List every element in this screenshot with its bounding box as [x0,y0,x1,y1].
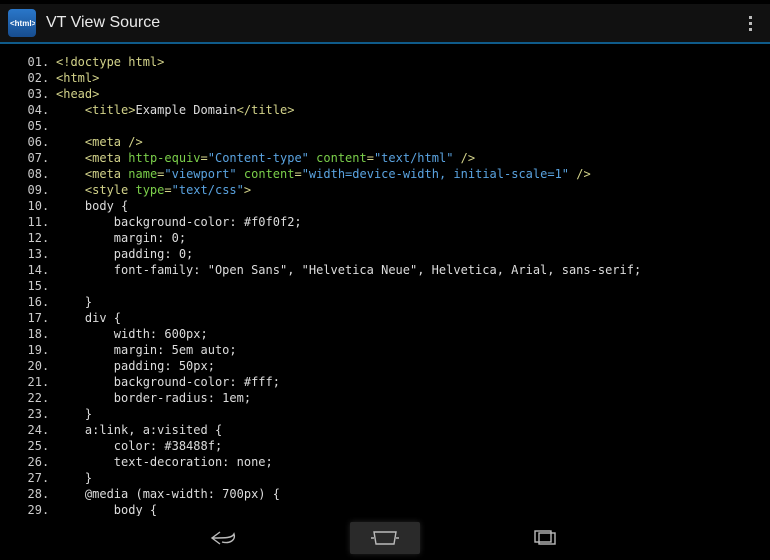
code-content: @media (max-width: 700px) { [50,486,280,502]
code-content: padding: 0; [50,246,193,262]
code-line: 24. a:link, a:visited { [12,422,758,438]
line-number: 20 [12,358,42,374]
code-content: } [50,294,92,310]
line-number: 29 [12,502,42,516]
code-content: background-color: #fff; [50,374,280,390]
code-line: 10. body { [12,198,758,214]
code-line: 08. <meta name="viewport" content="width… [12,166,758,182]
code-content: <title>Example Domain</title> [50,102,294,118]
code-content: width: 600px; [50,326,208,342]
home-button[interactable] [350,522,420,554]
line-number: 16 [12,294,42,310]
app-title: VT View Source [46,14,160,32]
code-line: 16. } [12,294,758,310]
code-content: <!doctype html> [50,54,164,70]
code-content: margin: 5em auto; [50,342,237,358]
navigation-bar [0,516,770,560]
code-line: 05. [12,118,758,134]
line-number: 18 [12,326,42,342]
code-content: div { [50,310,121,326]
code-content: a:link, a:visited { [50,422,222,438]
app-bar: <html> VT View Source [0,4,770,44]
code-line: 22. border-radius: 1em; [12,390,758,406]
line-number: 06 [12,134,42,150]
overflow-menu-icon[interactable] [738,9,762,37]
line-number: 22 [12,390,42,406]
code-line: 15. [12,278,758,294]
code-line: 19. margin: 5em auto; [12,342,758,358]
line-number: 12 [12,230,42,246]
code-line: 18. width: 600px; [12,326,758,342]
line-number: 11 [12,214,42,230]
code-line: 23. } [12,406,758,422]
recents-button[interactable] [510,522,580,554]
code-content: font-family: "Open Sans", "Helvetica Neu… [50,262,641,278]
code-line: 25. color: #38488f; [12,438,758,454]
code-line: 11. background-color: #f0f0f2; [12,214,758,230]
line-number: 08 [12,166,42,182]
code-line: 06. <meta /> [12,134,758,150]
code-line: 27. } [12,470,758,486]
code-content: } [50,406,92,422]
code-line: 03.<head> [12,86,758,102]
line-number: 14 [12,262,42,278]
code-content: <style type="text/css"> [50,182,251,198]
code-content: margin: 0; [50,230,186,246]
code-line: 12. margin: 0; [12,230,758,246]
code-content: background-color: #f0f0f2; [50,214,302,230]
line-number: 26 [12,454,42,470]
code-content: text-decoration: none; [50,454,273,470]
line-number: 24 [12,422,42,438]
code-line: 09. <style type="text/css"> [12,182,758,198]
line-number: 27 [12,470,42,486]
app-icon: <html> [8,9,36,37]
code-line: 17. div { [12,310,758,326]
code-line: 29. body { [12,502,758,516]
code-content: body { [50,198,128,214]
line-number: 13 [12,246,42,262]
code-line: 02.<html> [12,70,758,86]
back-button[interactable] [190,522,260,554]
code-line: 14. font-family: "Open Sans", "Helvetica… [12,262,758,278]
line-number: 05 [12,118,42,134]
code-line: 01.<!doctype html> [12,54,758,70]
source-code-view[interactable]: 01.<!doctype html>02.<html>03.<head>04. … [0,44,770,516]
code-line: 04. <title>Example Domain</title> [12,102,758,118]
line-number: 25 [12,438,42,454]
line-number: 07 [12,150,42,166]
code-content [50,278,56,294]
code-content: } [50,470,92,486]
line-number: 28 [12,486,42,502]
line-number: 10 [12,198,42,214]
code-line: 21. background-color: #fff; [12,374,758,390]
code-line: 26. text-decoration: none; [12,454,758,470]
code-line: 07. <meta http-equiv="Content-type" cont… [12,150,758,166]
code-content: border-radius: 1em; [50,390,251,406]
code-content: <meta http-equiv="Content-type" content=… [50,150,475,166]
code-content: color: #38488f; [50,438,222,454]
code-line: 20. padding: 50px; [12,358,758,374]
line-number: 17 [12,310,42,326]
line-number: 15 [12,278,42,294]
line-number: 19 [12,342,42,358]
line-number: 03 [12,86,42,102]
code-content: padding: 50px; [50,358,215,374]
line-number: 01 [12,54,42,70]
code-content: <html> [50,70,99,86]
code-content: <meta /> [50,134,143,150]
line-number: 09 [12,182,42,198]
code-line: 13. padding: 0; [12,246,758,262]
code-line: 28. @media (max-width: 700px) { [12,486,758,502]
line-number: 02 [12,70,42,86]
app-icon-text: <html> [10,19,35,28]
code-content: <meta name="viewport" content="width=dev… [50,166,591,182]
line-number: 21 [12,374,42,390]
line-number: 23 [12,406,42,422]
code-content: body { [50,502,157,516]
code-content: <head> [50,86,99,102]
code-content [50,118,56,134]
line-number: 04 [12,102,42,118]
